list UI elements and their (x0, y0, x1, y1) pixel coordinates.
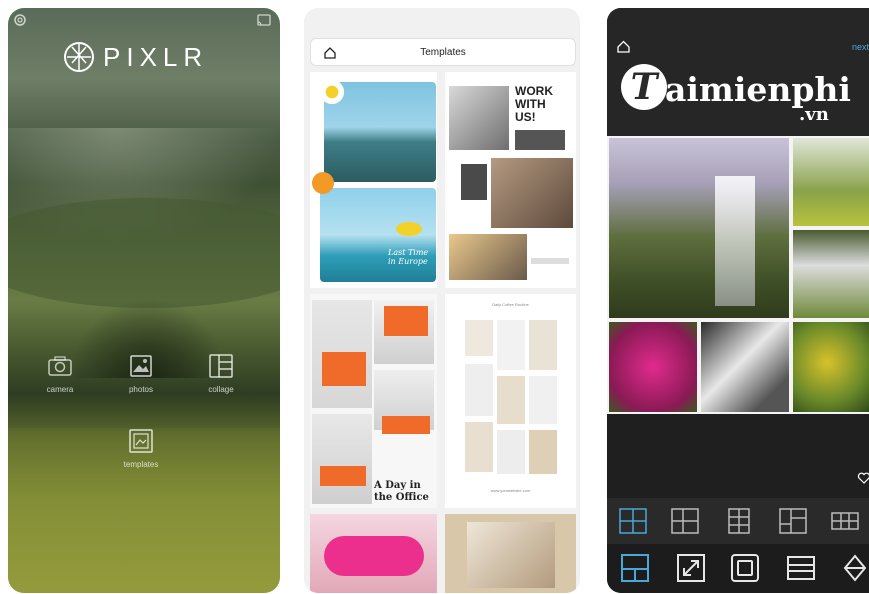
footer-bar (531, 258, 569, 264)
work-headline-2: WITH (515, 97, 546, 111)
tools-row (607, 544, 869, 593)
waterfall-stream (715, 176, 755, 306)
camera-label: camera (46, 385, 74, 394)
coffee-photo-4 (465, 364, 493, 416)
leaf-photo[interactable] (793, 322, 869, 412)
layout-columns-icon[interactable] (725, 508, 753, 534)
office-photo-d (312, 414, 372, 504)
page-title: Templates (420, 47, 466, 58)
spacing-icon[interactable] (787, 554, 815, 582)
office-photo-3 (449, 234, 527, 280)
waterfall-photo-small[interactable] (793, 230, 869, 318)
coffee-caption-bottom: www.yourwebsite.com (490, 488, 531, 493)
template-card-sunglasses[interactable] (310, 514, 437, 593)
template-card-europe[interactable]: Last Time in Europe (310, 72, 437, 288)
collage-button[interactable]: collage (181, 353, 261, 394)
coffee-cup-photo (467, 522, 555, 588)
landscape-hills (8, 198, 280, 308)
photos-icon (130, 355, 152, 377)
collage-label: collage (208, 385, 234, 394)
gear-icon[interactable] (12, 12, 28, 28)
coffee-photo-2 (497, 320, 525, 370)
coffee-photo-6 (529, 376, 557, 424)
work-headline-3: US! (515, 110, 536, 124)
layout-tool-icon[interactable] (621, 554, 649, 582)
yellow-bird (396, 222, 422, 236)
coffee-photo-9 (529, 430, 557, 474)
collage-icon (209, 354, 233, 378)
watermark-suffix: .vn (799, 104, 829, 125)
script-caption: Last Time in Europe (388, 248, 429, 266)
orange-sofa-b (384, 306, 428, 336)
camera-icon (48, 356, 72, 376)
office-photo-2 (491, 158, 573, 228)
template-card-coffee[interactable]: Daily Coffee Routine www.yourwebsite.com (445, 294, 576, 508)
fill-icon[interactable] (841, 554, 869, 582)
office-headline-1: A Day in (374, 480, 421, 491)
collage-canvas[interactable] (607, 136, 869, 414)
resize-icon[interactable] (677, 554, 705, 582)
cast-icon[interactable] (256, 12, 272, 28)
rapids-photo[interactable] (701, 322, 789, 412)
flowers-photo[interactable] (609, 322, 697, 412)
heart-icon[interactable] (857, 471, 869, 485)
coffee-photo-7 (465, 422, 493, 472)
orange-slice (312, 172, 334, 194)
home-icon[interactable] (617, 40, 630, 53)
template-card-work[interactable]: WORK WITH US! (445, 72, 576, 288)
pixlr-logo: PIXLR (63, 41, 208, 73)
pink-sunglasses (324, 536, 424, 576)
coffee-photo-8 (497, 430, 525, 474)
templates-screen: Templates Last Time in Europe WORK WITH … (304, 8, 580, 593)
photos-label: photos (128, 385, 154, 394)
watermark-letter: T (621, 64, 667, 110)
layout-mixed-icon[interactable] (779, 508, 807, 534)
coffee-photo-3 (529, 320, 557, 370)
coffee-photo-5 (497, 376, 525, 424)
dark-tile (461, 164, 487, 200)
template-card-coffee-2[interactable] (445, 514, 576, 593)
templates-header: Templates (310, 38, 576, 66)
daisy-flower (318, 78, 346, 106)
orange-sofa-d (320, 466, 366, 486)
coffee-caption-top: Daily Coffee Routine (492, 302, 529, 307)
harbor-photo (320, 188, 436, 282)
templates-button[interactable]: templates (101, 428, 181, 469)
collage-screen: next T aimienphi .vn (607, 8, 869, 593)
dark-block (515, 130, 565, 150)
aperture-icon (64, 42, 94, 72)
layout-2x2-icon[interactable] (619, 508, 647, 534)
layout-rows-icon[interactable] (831, 508, 859, 534)
templates-label: templates (123, 460, 159, 469)
camera-button[interactable]: camera (20, 353, 100, 394)
template-card-office[interactable]: A Day in the Office (310, 294, 437, 508)
pixlr-home-screen: PIXLR camera photos collage templates (8, 8, 280, 593)
coffee-photo-1 (465, 320, 493, 356)
layout-grid-icon[interactable] (671, 508, 699, 534)
office-headline-2: the Office (374, 492, 429, 503)
border-icon[interactable] (731, 554, 759, 582)
office-photo-1 (449, 86, 509, 150)
orange-sofa-a (322, 352, 366, 386)
photos-button[interactable]: photos (101, 353, 181, 394)
logo-wordmark: PIXLR (103, 41, 209, 72)
templates-icon (129, 429, 153, 453)
next-button[interactable]: next (852, 42, 869, 52)
grass-photo[interactable] (793, 138, 869, 226)
watermark-logo: T aimienphi .vn (621, 64, 869, 134)
layout-options-row (607, 498, 869, 544)
work-headline-1: WORK (515, 84, 553, 98)
waterfall-photo-large[interactable] (609, 138, 789, 318)
orange-sofa-c (382, 416, 430, 434)
